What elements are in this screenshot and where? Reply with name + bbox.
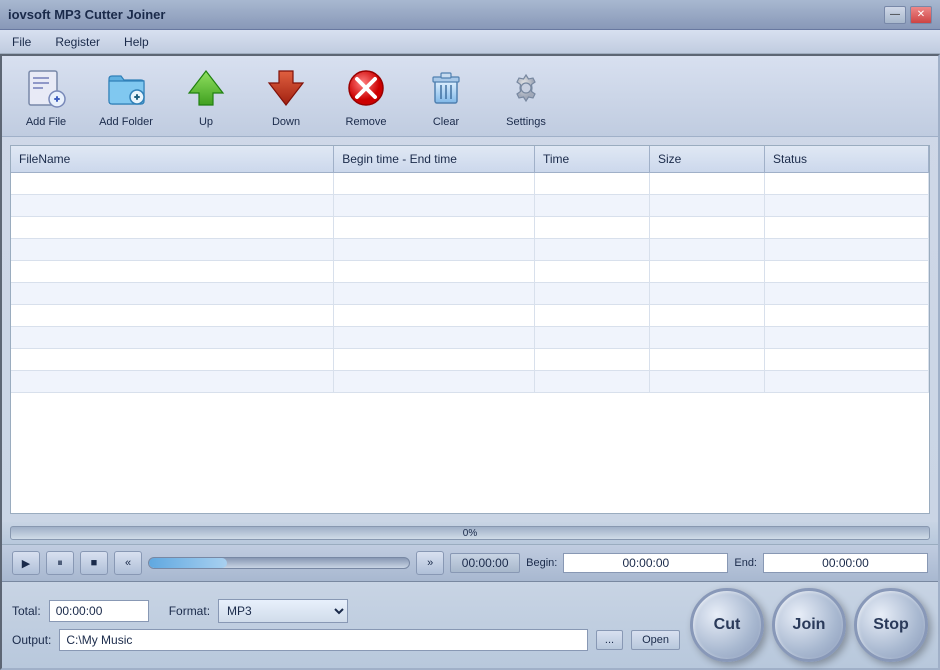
clear-icon <box>422 64 470 112</box>
pause-button[interactable]: ⏸ <box>46 551 74 575</box>
menu-register[interactable]: Register <box>51 33 104 51</box>
minimize-button[interactable]: — <box>884 6 906 24</box>
app-title: iovsoft MP3 Cutter Joiner <box>8 7 165 22</box>
col-time: Time <box>535 146 650 172</box>
clear-button[interactable]: Clear <box>414 64 478 128</box>
add-file-button[interactable]: Add File <box>14 64 78 128</box>
add-folder-button[interactable]: Add Folder <box>94 64 158 128</box>
action-buttons: Cut Join Stop <box>690 588 928 662</box>
main-window: Add File Add Folder <box>0 54 940 670</box>
title-bar: iovsoft MP3 Cutter Joiner — ✕ <box>0 0 940 30</box>
col-filename: FileName <box>11 146 334 172</box>
menu-help[interactable]: Help <box>120 33 153 51</box>
up-label: Up <box>199 116 213 128</box>
menu-bar: File Register Help <box>0 30 940 54</box>
add-file-icon <box>22 64 70 112</box>
down-label: Down <box>272 116 300 128</box>
up-button[interactable]: Up <box>174 64 238 128</box>
settings-button[interactable]: Settings <box>494 64 558 128</box>
table-row[interactable] <box>11 217 929 239</box>
col-status: Status <box>765 146 929 172</box>
browse-button[interactable]: ... <box>596 630 623 650</box>
seek-bar[interactable] <box>148 557 410 569</box>
output-label: Output: <box>12 633 51 647</box>
down-icon <box>262 64 310 112</box>
add-folder-icon <box>102 64 150 112</box>
table-row[interactable] <box>11 371 929 393</box>
progress-section: 0% <box>2 522 938 544</box>
progress-bar: 0% <box>10 526 930 540</box>
table-row[interactable] <box>11 327 929 349</box>
format-label: Format: <box>169 604 210 618</box>
current-time-display: 00:00:00 <box>450 553 520 573</box>
table-row[interactable] <box>11 283 929 305</box>
menu-file[interactable]: File <box>8 33 35 51</box>
table-row[interactable] <box>11 173 929 195</box>
table-row[interactable] <box>11 195 929 217</box>
progress-label: 0% <box>11 527 929 540</box>
forward-button[interactable]: » <box>416 551 444 575</box>
col-size: Size <box>650 146 765 172</box>
col-beginend: Begin time - End time <box>334 146 535 172</box>
cut-button[interactable]: Cut <box>690 588 764 662</box>
up-icon <box>182 64 230 112</box>
stop-action-button[interactable]: Stop <box>854 588 928 662</box>
settings-label: Settings <box>506 116 546 128</box>
remove-label: Remove <box>346 116 387 128</box>
total-label: Total: <box>12 604 41 618</box>
settings-icon <box>502 64 550 112</box>
format-select[interactable]: MP3 WAV WMA OGG AAC <box>218 599 348 623</box>
table-row[interactable] <box>11 305 929 327</box>
down-button[interactable]: Down <box>254 64 318 128</box>
open-button[interactable]: Open <box>631 630 680 650</box>
toolbar: Add File Add Folder <box>2 56 938 137</box>
add-file-label: Add File <box>26 116 66 128</box>
total-row: Total: Format: MP3 WAV WMA OGG AAC <box>12 599 680 623</box>
rewind-button[interactable]: « <box>114 551 142 575</box>
add-folder-label: Add Folder <box>99 116 153 128</box>
remove-button[interactable]: Remove <box>334 64 398 128</box>
player-section: ▶ ⏸ ■ « » 00:00:00 Begin: End: <box>2 544 938 582</box>
table-row[interactable] <box>11 239 929 261</box>
table-header: FileName Begin time - End time Time Size… <box>11 146 929 173</box>
file-table: FileName Begin time - End time Time Size… <box>10 145 930 514</box>
seek-bar-fill <box>149 558 227 568</box>
output-row: Output: ... Open <box>12 629 680 651</box>
remove-icon <box>342 64 390 112</box>
play-button[interactable]: ▶ <box>12 551 40 575</box>
begin-time-input[interactable] <box>563 553 728 573</box>
output-input[interactable] <box>59 629 588 651</box>
table-row[interactable] <box>11 261 929 283</box>
table-body <box>11 173 929 513</box>
end-label: End: <box>734 557 757 569</box>
close-button[interactable]: ✕ <box>910 6 932 24</box>
join-button[interactable]: Join <box>772 588 846 662</box>
bottom-info: Total: Format: MP3 WAV WMA OGG AAC Outpu… <box>12 599 680 651</box>
window-controls: — ✕ <box>884 6 932 24</box>
total-input[interactable] <box>49 600 149 622</box>
end-time-input[interactable] <box>763 553 928 573</box>
table-row[interactable] <box>11 349 929 371</box>
begin-label: Begin: <box>526 557 557 569</box>
clear-label: Clear <box>433 116 459 128</box>
stop-button[interactable]: ■ <box>80 551 108 575</box>
bottom-section: Total: Format: MP3 WAV WMA OGG AAC Outpu… <box>2 582 938 668</box>
